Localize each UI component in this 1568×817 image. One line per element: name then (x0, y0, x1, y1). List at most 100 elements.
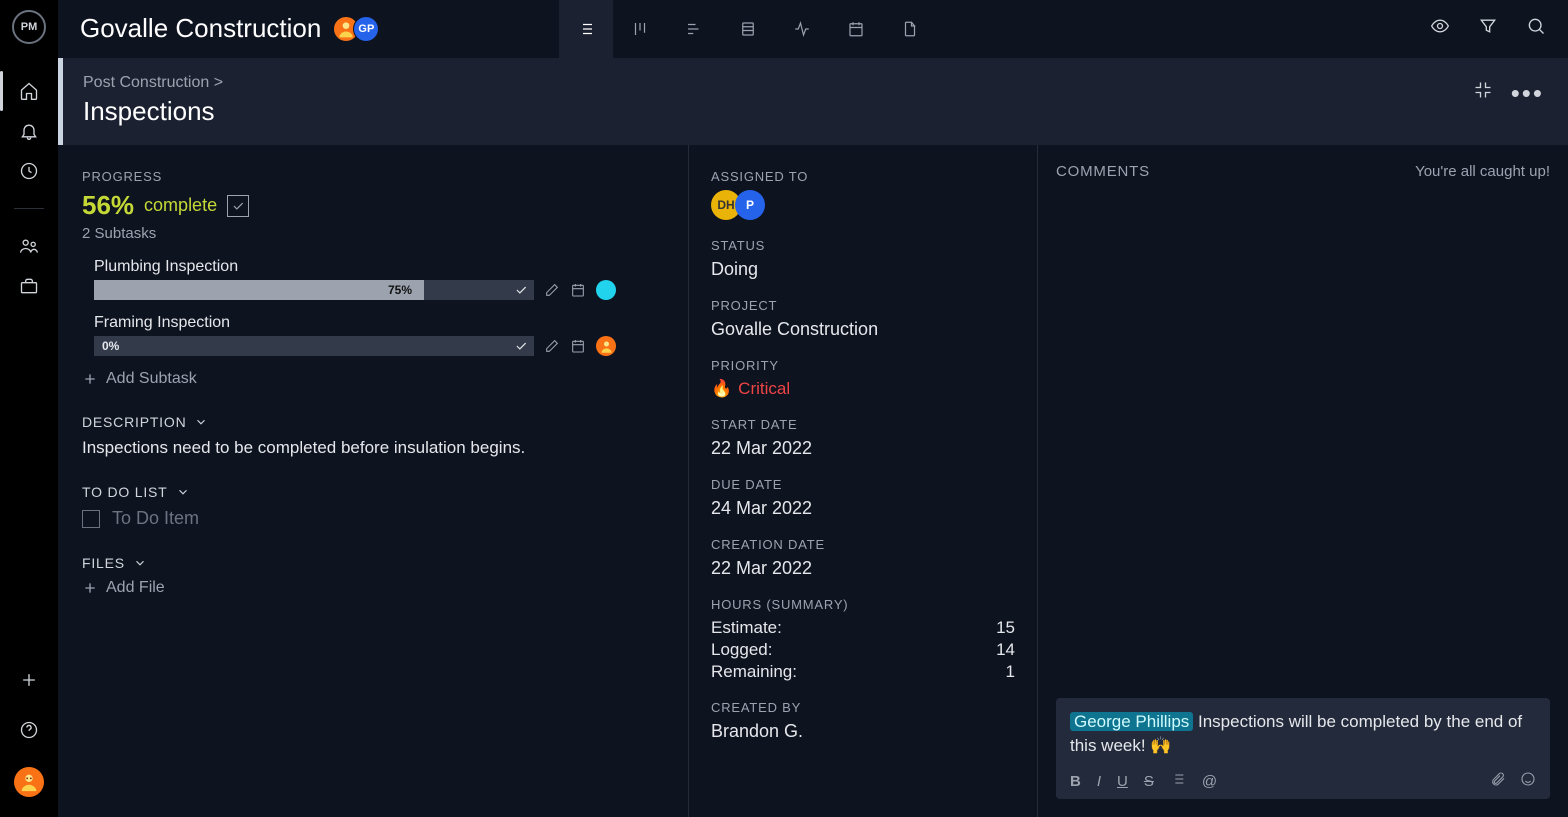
status-label: STATUS (711, 238, 1015, 253)
todo-placeholder: To Do Item (112, 508, 199, 529)
attach-icon[interactable] (1490, 771, 1506, 791)
todo-add-row[interactable]: To Do Item (82, 508, 664, 529)
subtask-name[interactable]: Plumbing Inspection (94, 258, 664, 276)
description-text[interactable]: Inspections need to be completed before … (82, 438, 664, 458)
edit-icon[interactable] (544, 282, 560, 298)
nav-home-icon[interactable] (18, 80, 40, 102)
view-board-icon[interactable] (613, 0, 667, 58)
nav-history-icon[interactable] (18, 160, 40, 182)
collapse-icon[interactable] (1473, 80, 1493, 105)
subtask-row: Plumbing Inspection 75% (94, 258, 664, 300)
chevron-down-icon[interactable] (176, 485, 190, 499)
view-gantt-icon[interactable] (667, 0, 721, 58)
format-italic-button[interactable]: I (1097, 773, 1101, 790)
subtask-percent-label: 75% (388, 283, 412, 297)
breadcrumb[interactable]: Post Construction > (83, 74, 223, 92)
edit-icon[interactable] (544, 338, 560, 354)
creation-date-value: 22 Mar 2022 (711, 558, 1015, 579)
topbar: Govalle Construction GP (58, 0, 1568, 58)
view-switcher (559, 0, 937, 58)
nav-add-icon[interactable] (18, 669, 40, 691)
mention-chip[interactable]: George Phillips (1070, 712, 1193, 731)
start-date-value[interactable]: 22 Mar 2022 (711, 438, 1015, 459)
chevron-down-icon[interactable] (133, 556, 147, 570)
format-bold-button[interactable]: B (1070, 773, 1081, 790)
nav-help-icon[interactable] (18, 719, 40, 741)
project-value[interactable]: Govalle Construction (711, 319, 1015, 340)
comment-composer[interactable]: George Phillips Inspections will be comp… (1056, 698, 1550, 799)
project-avatars[interactable]: GP (339, 16, 379, 42)
hours-remaining-label: Remaining: (711, 662, 797, 682)
view-file-icon[interactable] (883, 0, 937, 58)
subtask-assignee-avatar[interactable] (596, 280, 616, 300)
task-title: Inspections (83, 96, 223, 127)
project-title[interactable]: Govalle Construction (80, 13, 321, 44)
subtask-name[interactable]: Framing Inspection (94, 314, 664, 332)
format-list-button[interactable] (1170, 771, 1186, 791)
subtask-progress-bar[interactable]: 0% (94, 336, 534, 356)
filter-icon[interactable] (1478, 16, 1498, 41)
progress-percent: 56% (82, 190, 134, 221)
left-rail: PM (0, 0, 58, 817)
subtask-percent-label: 0% (102, 339, 119, 353)
comments-caught-up: You're all caught up! (1415, 163, 1550, 180)
composer-toolbar: B I U S @ (1070, 771, 1536, 791)
subtasks-count: 2 Subtasks (82, 225, 664, 242)
progress-label: PROGRESS (82, 169, 664, 184)
view-calendar-icon[interactable] (829, 0, 883, 58)
search-icon[interactable] (1526, 16, 1546, 41)
task-header: Post Construction > Inspections ••• (58, 58, 1568, 145)
avatar-initials[interactable]: GP (353, 16, 379, 42)
todo-checkbox[interactable] (82, 510, 100, 528)
watch-icon[interactable] (1430, 16, 1450, 41)
todo-label: TO DO LIST (82, 484, 168, 500)
priority-value[interactable]: 🔥 Critical (711, 379, 1015, 399)
view-activity-icon[interactable] (775, 0, 829, 58)
format-strike-button[interactable]: S (1144, 773, 1154, 790)
pane-progress: PROGRESS 56% complete 2 Subtasks Plumbin… (58, 145, 688, 817)
comments-label: COMMENTS (1056, 163, 1150, 180)
add-file-button[interactable]: Add File (82, 579, 664, 597)
app-logo[interactable]: PM (12, 10, 46, 44)
chevron-down-icon[interactable] (194, 415, 208, 429)
add-subtask-label: Add Subtask (106, 370, 197, 388)
view-sheet-icon[interactable] (721, 0, 775, 58)
progress-complete-word: complete (144, 195, 217, 216)
add-file-label: Add File (106, 579, 165, 597)
nav-bell-icon[interactable] (18, 120, 40, 142)
mention-button[interactable]: @ (1202, 773, 1217, 790)
composer-text[interactable]: George Phillips Inspections will be comp… (1070, 710, 1536, 759)
status-value[interactable]: Doing (711, 259, 1015, 280)
more-menu-icon[interactable]: ••• (1511, 88, 1544, 98)
creation-date-label: CREATION DATE (711, 537, 1015, 552)
assignee-avatar[interactable]: P (735, 190, 765, 220)
nav-briefcase-icon[interactable] (18, 275, 40, 297)
subtask-assignee-avatar[interactable] (596, 336, 616, 356)
emoji-icon[interactable] (1520, 771, 1536, 791)
hours-estimate-label: Estimate: (711, 618, 782, 638)
format-underline-button[interactable]: U (1117, 773, 1128, 790)
flame-icon: 🔥 (711, 379, 732, 399)
subtask-progress-bar[interactable]: 75% (94, 280, 534, 300)
calendar-icon[interactable] (570, 282, 586, 298)
view-list-icon[interactable] (559, 0, 613, 58)
files-label: FILES (82, 555, 125, 571)
due-date-value[interactable]: 24 Mar 2022 (711, 498, 1015, 519)
complete-checkbox[interactable] (227, 195, 249, 217)
nav-user-avatar[interactable] (14, 767, 44, 797)
pane-details: ASSIGNED TO DH P STATUS Doing PROJECT Go… (688, 145, 1038, 817)
nav-people-icon[interactable] (18, 235, 40, 257)
add-subtask-button[interactable]: Add Subtask (82, 370, 664, 388)
description-label: DESCRIPTION (82, 414, 186, 430)
priority-label: PRIORITY (711, 358, 1015, 373)
hours-logged-value: 14 (996, 640, 1015, 660)
start-date-label: START DATE (711, 417, 1015, 432)
created-by-value: Brandon G. (711, 721, 1015, 742)
pane-comments: COMMENTS You're all caught up! George Ph… (1038, 145, 1568, 817)
calendar-icon[interactable] (570, 338, 586, 354)
assignee-avatars[interactable]: DH P (711, 190, 1015, 220)
created-by-label: CREATED BY (711, 700, 1015, 715)
subtask-row: Framing Inspection 0% (94, 314, 664, 356)
project-label: PROJECT (711, 298, 1015, 313)
hours-label: HOURS (SUMMARY) (711, 597, 1015, 612)
